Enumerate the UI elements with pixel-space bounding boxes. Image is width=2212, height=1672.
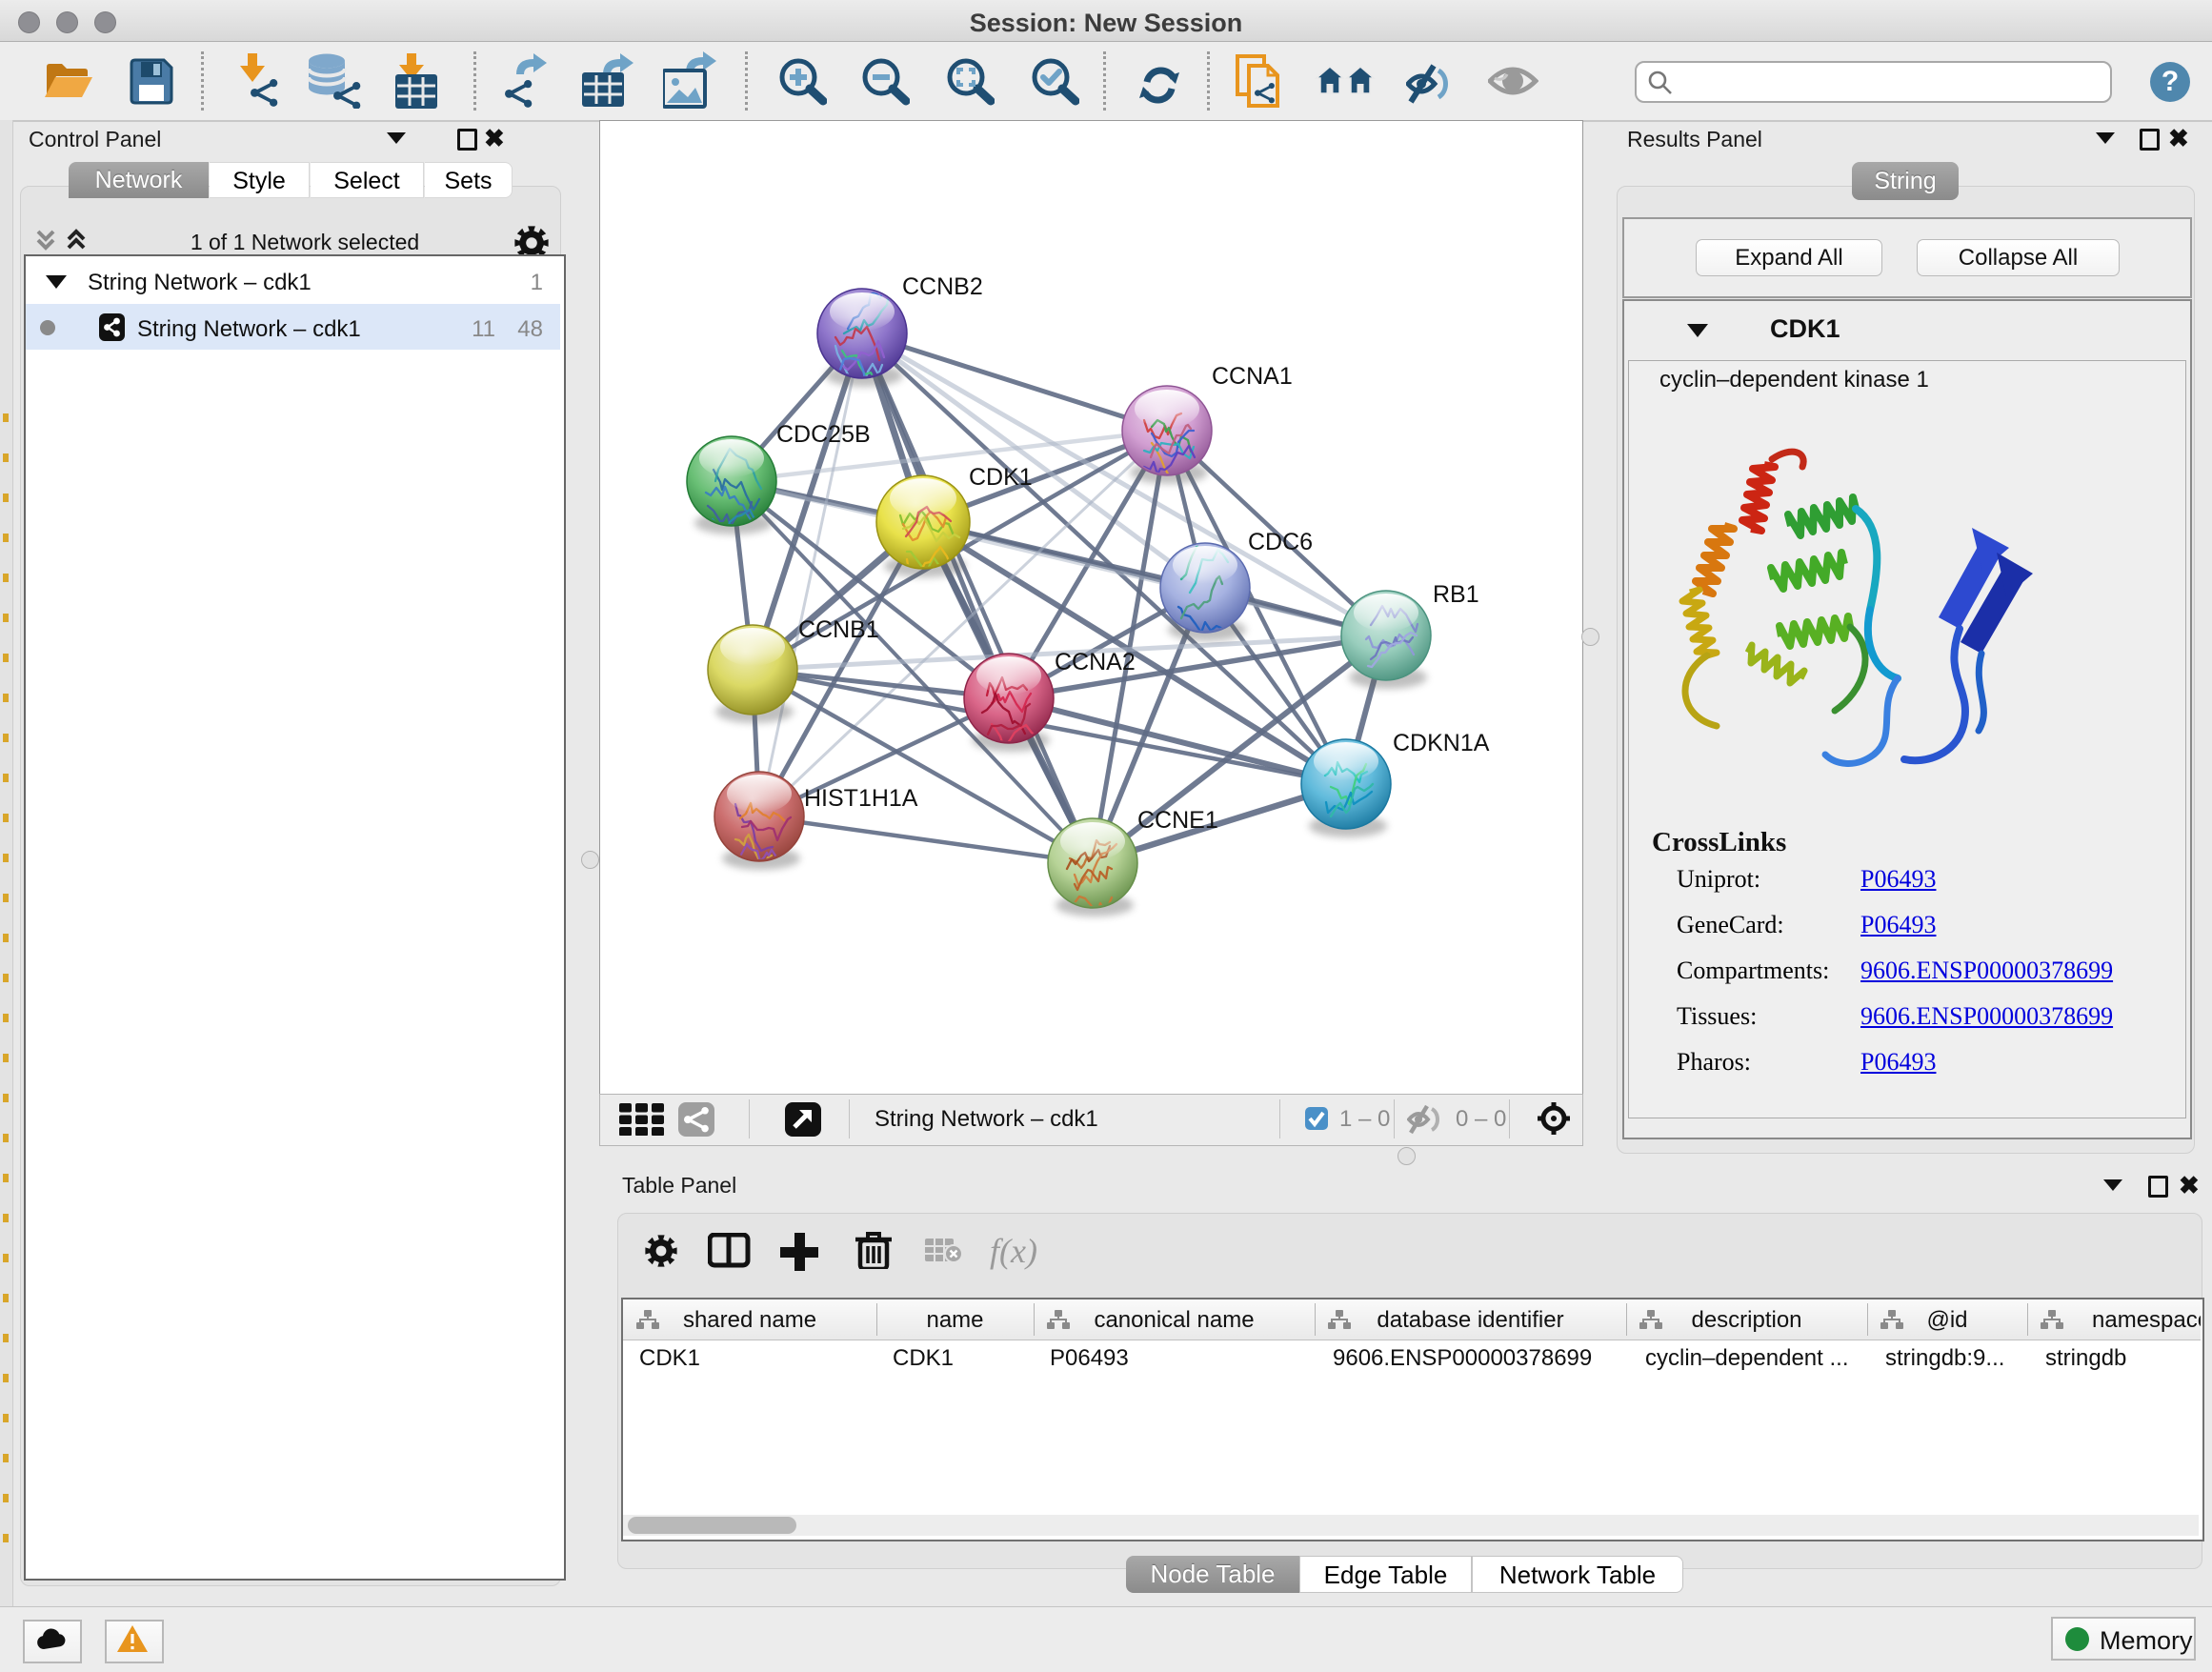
svg-text:CCNA1: CCNA1 bbox=[1212, 363, 1293, 390]
svg-text:CDKN1A: CDKN1A bbox=[1393, 730, 1490, 756]
svg-text:CCNB1: CCNB1 bbox=[798, 616, 879, 643]
svg-text:CCNB2: CCNB2 bbox=[902, 273, 983, 300]
svg-text:RB1: RB1 bbox=[1433, 581, 1479, 608]
svg-text:CDC25B: CDC25B bbox=[776, 421, 871, 448]
svg-text:HIST1H1A: HIST1H1A bbox=[804, 785, 918, 812]
svg-text:?: ? bbox=[2162, 66, 2179, 97]
svg-text:CDC6: CDC6 bbox=[1248, 529, 1313, 555]
svg-text:CDK1: CDK1 bbox=[969, 464, 1033, 491]
svg-text:CCNA2: CCNA2 bbox=[1055, 649, 1136, 675]
svg-text:CCNE1: CCNE1 bbox=[1137, 807, 1218, 834]
